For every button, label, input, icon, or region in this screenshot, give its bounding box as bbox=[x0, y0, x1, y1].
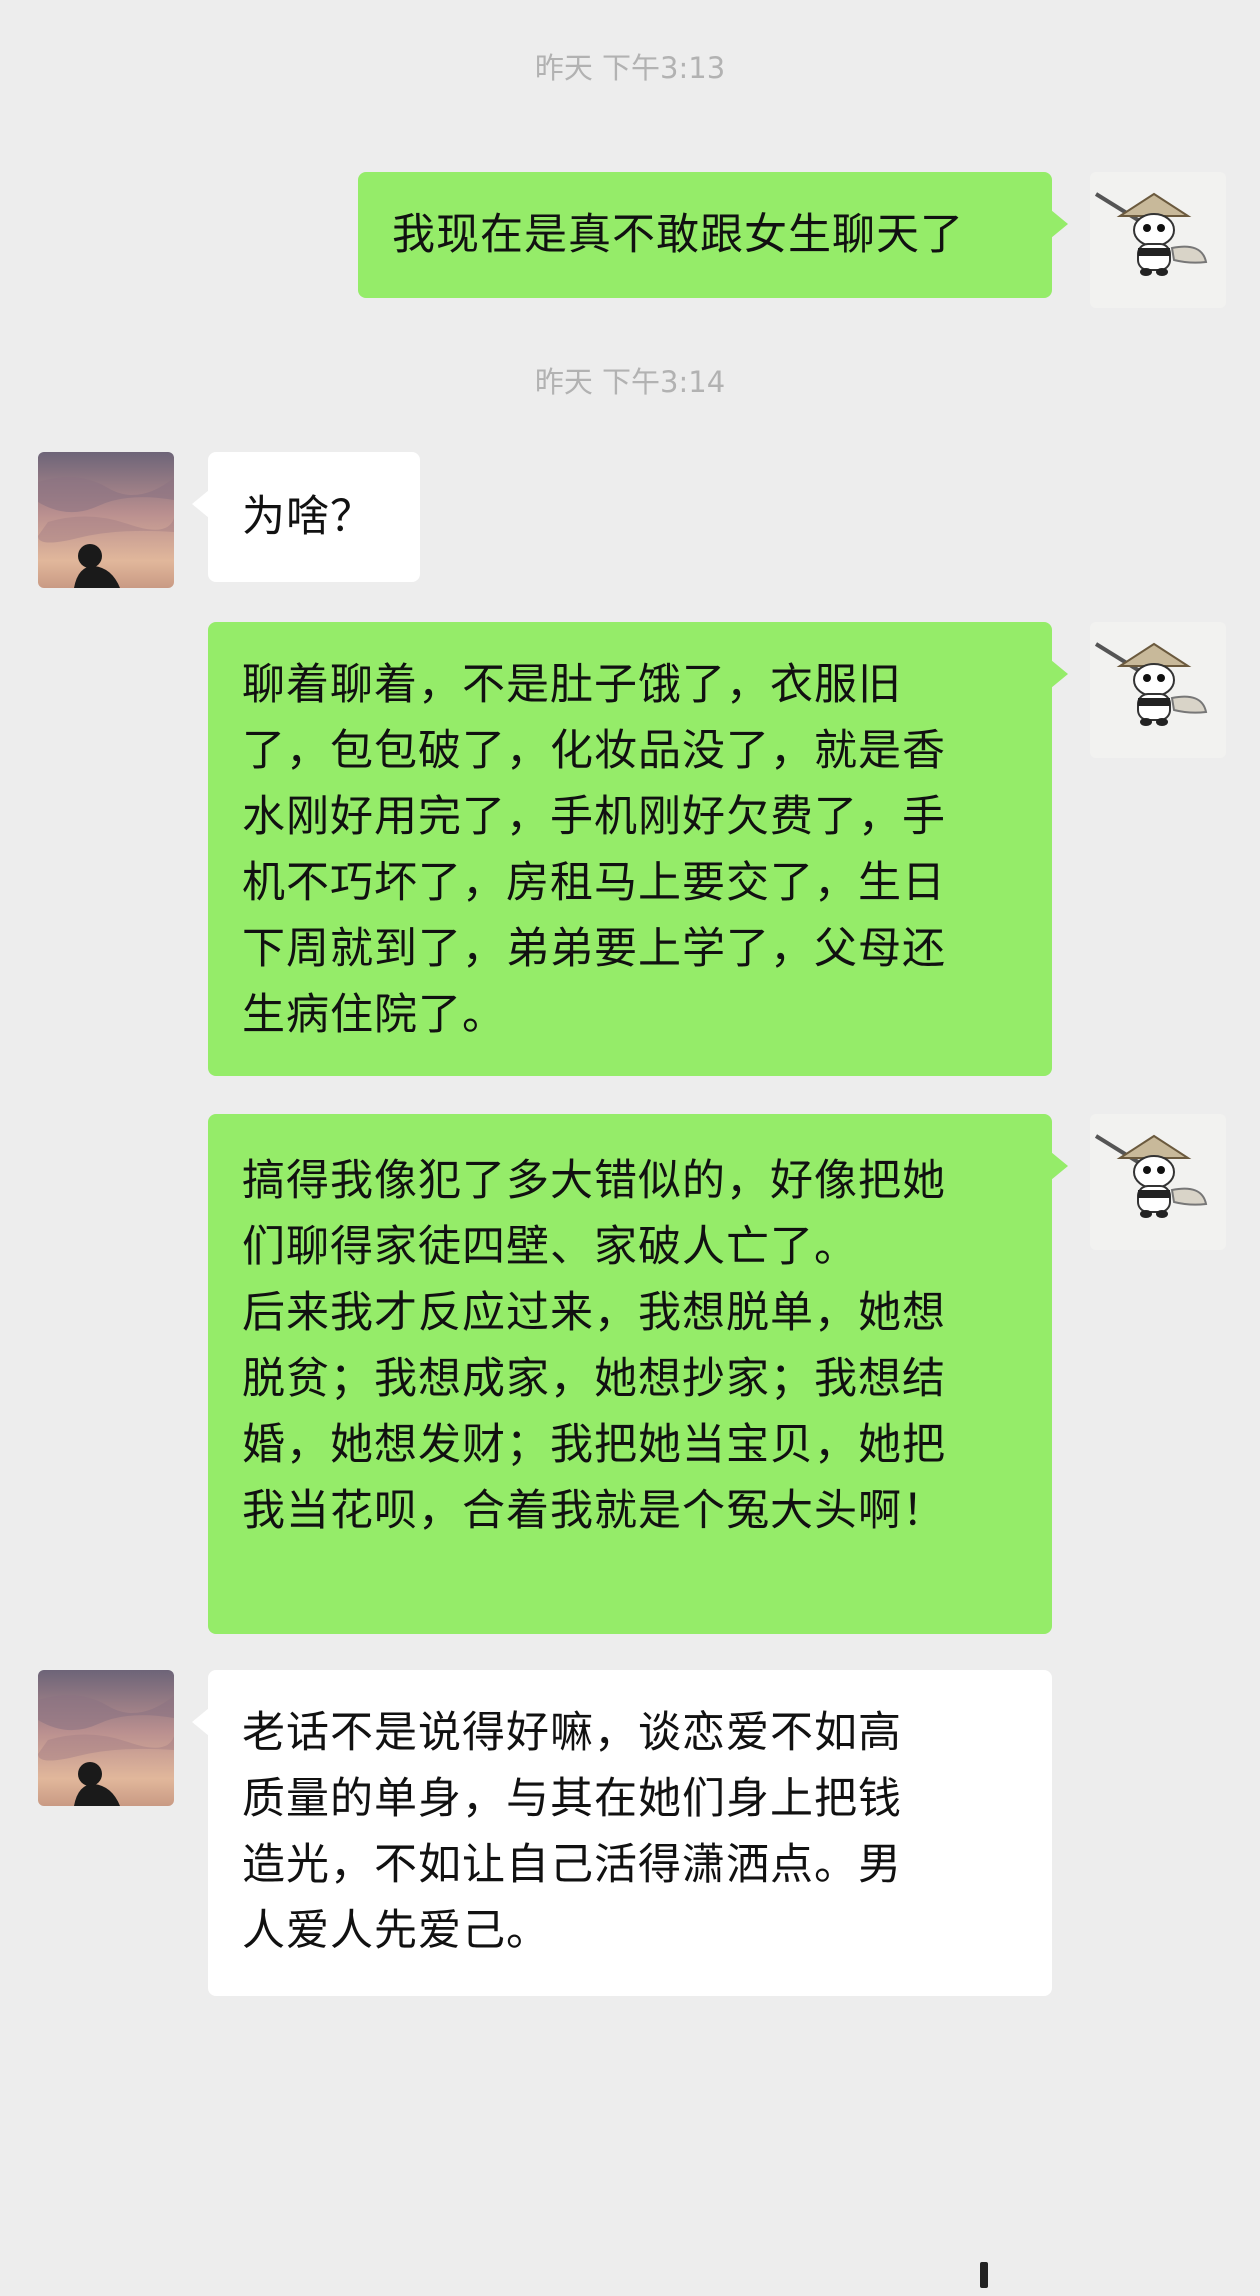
my-avatar[interactable] bbox=[1090, 622, 1226, 758]
panda-swordsman-icon bbox=[1090, 622, 1226, 758]
contact-avatar[interactable] bbox=[38, 452, 174, 588]
my-avatar[interactable] bbox=[1090, 172, 1226, 308]
contact-avatar[interactable] bbox=[38, 1670, 174, 1806]
sunset-silhouette-icon bbox=[38, 1670, 174, 1806]
message-bubble-sent[interactable]: 我现在是真不敢跟女生聊天了 bbox=[358, 172, 1068, 298]
message-bubble-sent[interactable]: 聊着聊着，不是肚子饿了，衣服旧 了，包包破了，化妆品没了，就是香 水刚好用完了，… bbox=[208, 622, 1068, 1076]
panda-swordsman-icon bbox=[1090, 172, 1226, 308]
message-bubble-received[interactable]: 老话不是说得好嘛，谈恋爱不如高 质量的单身，与其在她们身上把钱 造光，不如让自己… bbox=[192, 1670, 1052, 1996]
message-bubble-received[interactable]: 为啥？ bbox=[192, 452, 420, 582]
timestamp: 昨天 下午3:13 bbox=[534, 51, 726, 85]
sunset-silhouette-icon bbox=[38, 452, 174, 588]
bottom-area bbox=[0, 2200, 1260, 2296]
panda-swordsman-icon bbox=[1090, 1114, 1226, 1250]
message-bubble-sent[interactable]: 搞得我像犯了多大错似的，好像把她 们聊得家徒四壁、家破人亡了。 后来我才反应过来… bbox=[208, 1114, 1068, 1634]
timestamp: 昨天 下午3:14 bbox=[534, 365, 726, 399]
scroll-handle[interactable] bbox=[980, 2262, 988, 2288]
my-avatar[interactable] bbox=[1090, 1114, 1226, 1250]
